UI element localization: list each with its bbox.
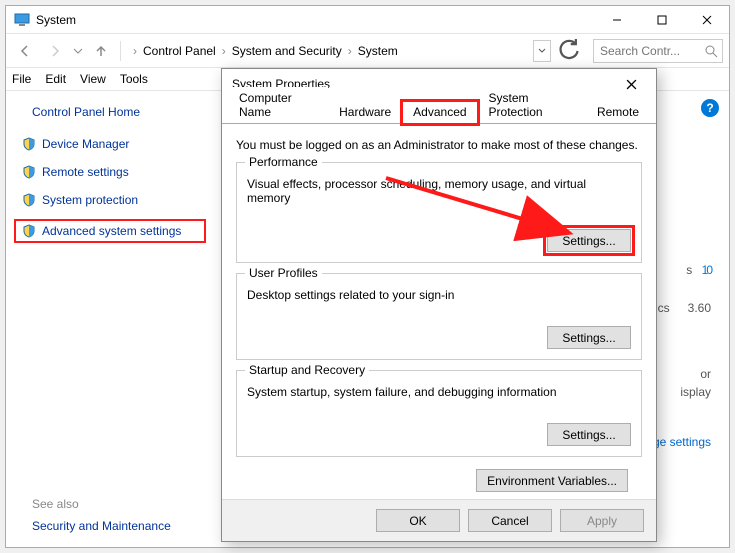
group-desc: System startup, system failure, and debu… — [247, 385, 631, 405]
startup-recovery-group: Startup and Recovery System startup, sys… — [236, 370, 642, 457]
performance-settings-button[interactable]: Settings... — [547, 229, 631, 252]
dialog-close-button[interactable] — [616, 69, 646, 99]
window-title: System — [36, 13, 594, 27]
address-dropdown[interactable] — [533, 40, 551, 62]
menu-file[interactable]: File — [12, 72, 31, 86]
close-button[interactable] — [684, 6, 729, 33]
group-legend: Startup and Recovery — [245, 363, 369, 377]
shield-icon — [22, 165, 36, 179]
os-edition-fragment: s 10 — [686, 231, 711, 286]
ok-button[interactable]: OK — [376, 509, 460, 532]
separator — [120, 41, 121, 61]
breadcrumb-segment[interactable]: System and Security — [230, 44, 344, 58]
system-properties-dialog: System Properties Computer Name Hardware… — [221, 68, 657, 542]
titlebar: System — [6, 6, 729, 34]
tab-remote[interactable]: Remote — [586, 101, 650, 124]
performance-group: Performance Visual effects, processor sc… — [236, 162, 642, 263]
sidebar-label: Remote settings — [42, 165, 129, 179]
cancel-button[interactable]: Cancel — [468, 509, 552, 532]
search-box[interactable] — [593, 39, 723, 63]
tab-advanced[interactable]: Advanced — [402, 101, 477, 124]
group-desc: Visual effects, processor scheduling, me… — [247, 177, 631, 211]
sidebar-item-system-protection[interactable]: System protection — [18, 191, 206, 209]
spec-fragment-row: or isplay — [680, 367, 711, 399]
spec-fragment-row: nics 3.60 — [648, 301, 711, 315]
dialog-button-row: OK Cancel Apply — [222, 499, 656, 541]
security-maintenance-link[interactable]: Security and Maintenance — [32, 519, 206, 533]
search-icon — [704, 44, 718, 58]
breadcrumb-segment[interactable]: Control Panel — [141, 44, 218, 58]
menu-edit[interactable]: Edit — [45, 72, 66, 86]
search-input[interactable] — [600, 44, 716, 58]
refresh-button[interactable] — [557, 39, 581, 63]
sidebar-item-remote-settings[interactable]: Remote settings — [18, 163, 206, 181]
system-icon — [14, 12, 30, 28]
sidebar-item-device-manager[interactable]: Device Manager — [18, 135, 206, 153]
nav-back-button[interactable] — [12, 38, 38, 64]
chevron-right-icon: › — [133, 44, 137, 58]
sidebar: Control Panel Home Device Manager Remote… — [6, 91, 216, 547]
breadcrumb-segment[interactable]: System — [356, 44, 400, 58]
sidebar-item-advanced-system-settings[interactable]: Advanced system settings — [14, 219, 206, 243]
menu-tools[interactable]: Tools — [120, 72, 148, 86]
admin-note: You must be logged on as an Administrato… — [236, 138, 642, 152]
shield-icon — [22, 137, 36, 151]
chevron-right-icon: › — [222, 44, 226, 58]
nav-up-button[interactable] — [88, 38, 114, 64]
sidebar-label: Device Manager — [42, 137, 129, 151]
user-profiles-group: User Profiles Desktop settings related t… — [236, 273, 642, 360]
help-button[interactable]: ? — [701, 99, 719, 117]
startup-recovery-settings-button[interactable]: Settings... — [547, 423, 631, 446]
environment-variables-button[interactable]: Environment Variables... — [476, 469, 628, 492]
apply-button[interactable]: Apply — [560, 509, 644, 532]
menu-view[interactable]: View — [80, 72, 106, 86]
sidebar-label: Advanced system settings — [42, 224, 181, 238]
user-profiles-settings-button[interactable]: Settings... — [547, 326, 631, 349]
control-panel-home-link[interactable]: Control Panel Home — [32, 105, 206, 119]
tab-computer-name[interactable]: Computer Name — [228, 87, 328, 124]
tab-system-protection[interactable]: System Protection — [478, 87, 586, 124]
minimize-button[interactable] — [594, 6, 639, 33]
navbar: › Control Panel › System and Security › … — [6, 34, 729, 68]
dialog-tabs: Computer Name Hardware Advanced System P… — [222, 100, 656, 124]
tab-hardware[interactable]: Hardware — [328, 101, 402, 124]
maximize-button[interactable] — [639, 6, 684, 33]
shield-icon — [22, 193, 36, 207]
tab-panel-advanced: You must be logged on as an Administrato… — [222, 123, 656, 485]
nav-forward-button[interactable] — [42, 38, 68, 64]
chevron-right-icon: › — [348, 44, 352, 58]
nav-history-dropdown[interactable] — [72, 47, 84, 55]
see-also-heading: See also — [32, 497, 206, 511]
address-bar[interactable]: › Control Panel › System and Security › … — [129, 39, 525, 63]
group-desc: Desktop settings related to your sign-in — [247, 288, 631, 308]
group-legend: User Profiles — [245, 266, 322, 280]
sidebar-label: System protection — [42, 193, 138, 207]
shield-icon — [22, 224, 36, 238]
group-legend: Performance — [245, 155, 322, 169]
